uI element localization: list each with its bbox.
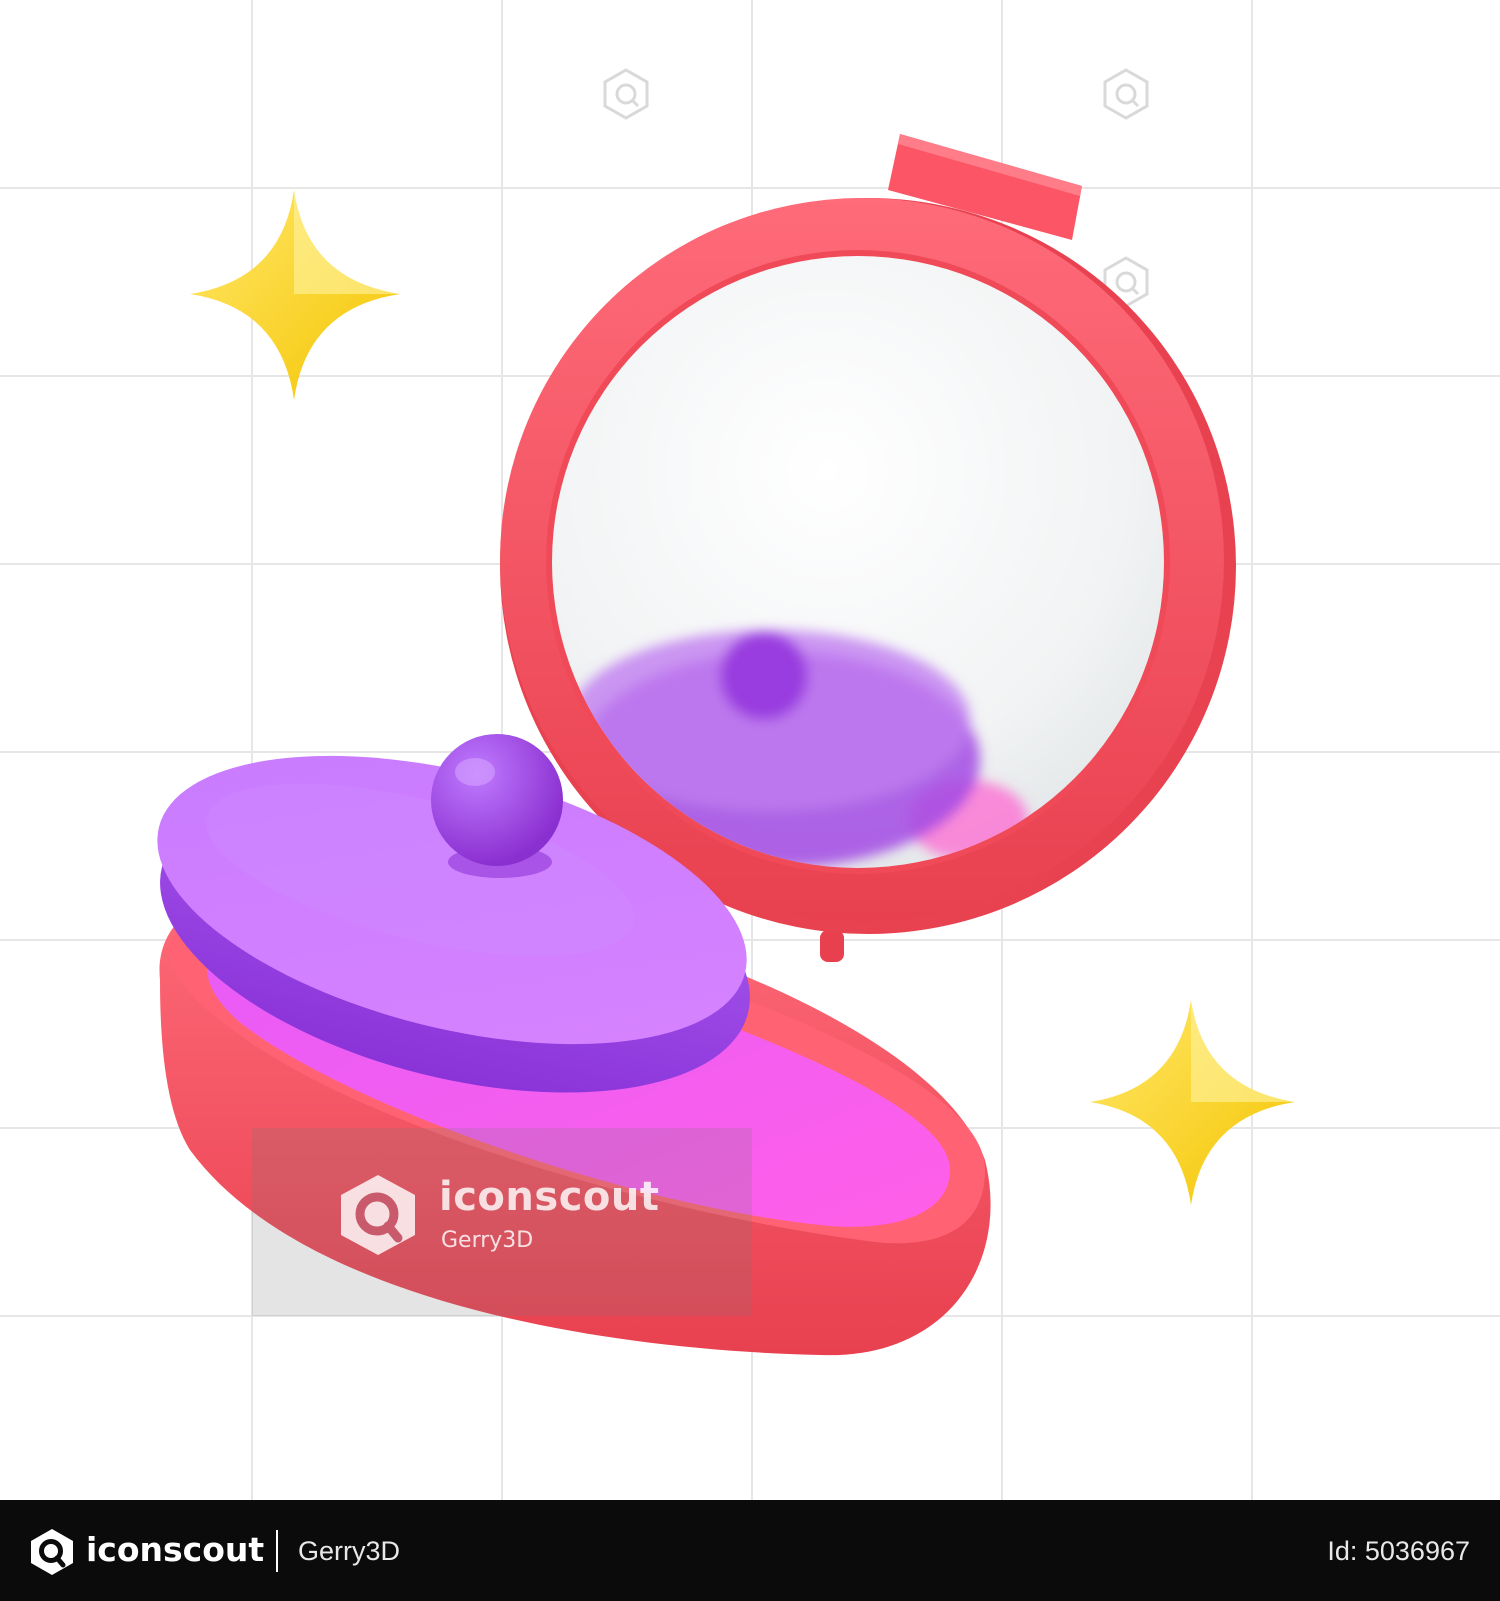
iconscout-logo-icon bbox=[31, 1529, 73, 1575]
compact-mirror-illustration bbox=[0, 0, 1500, 1500]
compact-hinge bbox=[820, 930, 844, 962]
footer-divider bbox=[276, 1530, 278, 1572]
sparkle-top-left-icon bbox=[190, 190, 400, 400]
illustration-canvas: iconscout Gerry3D bbox=[0, 0, 1500, 1500]
center-watermark: iconscout Gerry3D bbox=[335, 1172, 695, 1262]
iconscout-logo-icon bbox=[341, 1175, 415, 1255]
footer-asset-id: Id: 5036967 bbox=[1327, 1536, 1470, 1566]
footer-bar: iconscout Gerry3D Id: 5036967 bbox=[0, 1500, 1500, 1601]
watermark-author: Gerry3D bbox=[441, 1228, 534, 1253]
footer-author[interactable]: Gerry3D bbox=[298, 1530, 400, 1572]
sparkle-bottom-right-icon bbox=[1090, 1000, 1295, 1205]
watermark-brand: iconscout bbox=[439, 1174, 660, 1220]
footer-brand[interactable]: iconscout bbox=[86, 1528, 264, 1572]
